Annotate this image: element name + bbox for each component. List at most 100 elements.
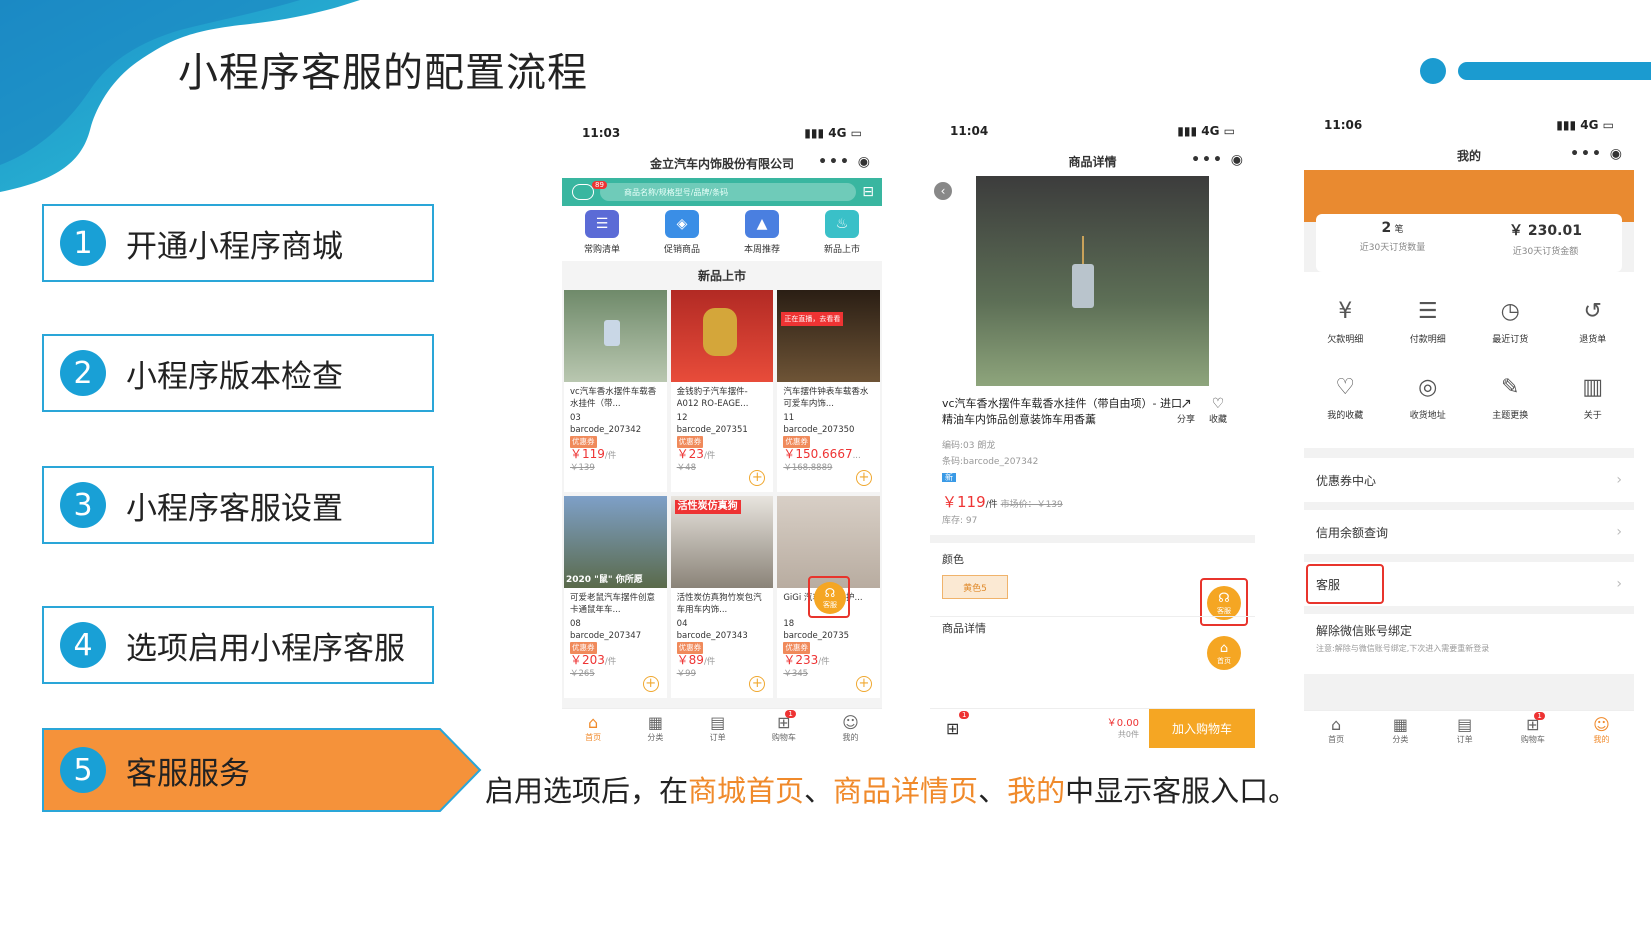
slide: 小程序客服的配置流程 1 开通小程序商城 2 小程序版本检查 3 小程序客服设置… xyxy=(0,0,1651,932)
highlight-detail: 商品详情页 xyxy=(833,774,979,808)
product-info: vc汽车香水摆件车载香水挂件（带自由项）- 进口精油车内饰品创意装饰车用香薰 ↗… xyxy=(942,396,1227,426)
scan-icon[interactable]: ⊟ xyxy=(862,184,874,200)
tab-cart[interactable]: ⊞ 购物车 1 xyxy=(1521,712,1545,745)
product-card[interactable]: 金钱豹子汽车摆件-A012 RO-EAGE... 12 barcode_2073… xyxy=(670,290,774,492)
fire-icon: ♨ xyxy=(824,210,859,238)
capsule-menu-icon[interactable]: ••• ◉ xyxy=(1570,146,1624,162)
share-button[interactable]: ↗ 分享 xyxy=(1177,396,1195,425)
grid-item[interactable]: ◎ 收货地址 xyxy=(1387,360,1470,436)
tab-orders[interactable]: ▤ 订单 xyxy=(1457,716,1473,745)
stat-amount: ￥ 230.01 近30天订货金额 xyxy=(1509,223,1582,257)
nav-title: 我的 xyxy=(1456,148,1481,163)
step-number: 3 xyxy=(60,482,106,528)
brush-icon: ✎ xyxy=(1501,375,1520,400)
add-cart-icon[interactable]: + xyxy=(749,470,766,486)
grid-item[interactable]: ✎ 主题更换 xyxy=(1469,360,1552,436)
step-number: 2 xyxy=(60,350,106,396)
home-float-button[interactable]: ⌂ 首页 xyxy=(1207,636,1241,670)
add-cart-icon[interactable]: + xyxy=(855,470,872,486)
decor-dot xyxy=(1420,58,1446,84)
quick-icon-promo[interactable]: ◈ 促销商品 xyxy=(664,210,700,255)
grid-item[interactable]: ↺ 退货单 xyxy=(1552,284,1635,360)
phone-product-detail: 11:04 ▮▮▮ 4G ▭ 商品详情 ••• ◉ ‹ vc汽车香水摆件车载香水… xyxy=(930,116,1255,748)
step-number: 5 xyxy=(60,747,106,793)
signal-battery-icon: ▮▮▮ 4G ▭ xyxy=(1556,118,1614,132)
page-title: 小程序客服的配置流程 xyxy=(178,50,588,96)
tab-category[interactable]: ▦ 分类 xyxy=(647,714,663,743)
color-option[interactable]: 黄色5 xyxy=(942,575,1008,599)
shop-name: 金立汽车内饰股份有限公司 xyxy=(649,156,794,171)
message-icon[interactable] xyxy=(572,184,594,200)
signal-battery-icon: ▮▮▮ 4G ▭ xyxy=(804,126,862,140)
product-card[interactable]: 活性炭仿真狗 活性炭仿真狗竹炭包汽车用车内饰... 04 barcode_207… xyxy=(670,496,774,698)
add-to-cart-button[interactable]: 加入购物车 xyxy=(1149,708,1255,748)
grid-item[interactable]: ☰ 付款明细 xyxy=(1387,284,1470,360)
grid-icon: ▦ xyxy=(647,713,663,732)
row-coupon[interactable]: 优惠券中心 › xyxy=(1304,458,1634,502)
section-title: 新品上市 xyxy=(562,261,882,290)
highlight-box xyxy=(1306,564,1384,604)
capsule-menu-icon[interactable]: ••• ◉ xyxy=(1191,152,1245,168)
book-icon: ▥ xyxy=(1582,375,1604,400)
grid-item[interactable]: ▥ 关于 xyxy=(1552,360,1635,436)
live-badge: 正在直播，去看看 xyxy=(781,312,844,326)
tab-orders[interactable]: ▤ 订单 xyxy=(710,714,726,743)
product-image: 正在直播，去看看 xyxy=(777,290,880,382)
order-icon: ▤ xyxy=(1457,715,1473,734)
fav-button[interactable]: ♡ 收藏 xyxy=(1209,396,1227,425)
product-card[interactable]: vc汽车香水摆件车载香水挂件（带... 03 barcode_207342 优惠… xyxy=(564,290,667,492)
grid-item[interactable]: ♡ 我的收藏 xyxy=(1304,360,1387,436)
status-bar: 11:03 ▮▮▮ 4G ▭ xyxy=(562,118,882,148)
product-image: 2020 "鼠" 你所愿 xyxy=(564,496,667,588)
nav-bar: 金立汽车内饰股份有限公司 ••• ◉ xyxy=(562,148,882,178)
stats-card: 2 笔 近30天订货数量 ￥ 230.01 近30天订货金额 xyxy=(1316,214,1622,272)
home-icon: ⌂ xyxy=(1219,640,1229,656)
wave-decoration xyxy=(0,0,360,192)
tag-icon: ◈ xyxy=(664,210,699,238)
product-card[interactable]: 2020 "鼠" 你所愿 可爱老鼠汽车摆件创意卡通鼠年车... 08 barco… xyxy=(564,496,667,698)
step-5-description: 启用选项后，在商城首页、商品详情页、我的中显示客服入口。 xyxy=(485,774,1298,808)
product-card[interactable]: 正在直播，去看看 汽车摆件钟表车载香水可爱车内饰... 11 barcode_2… xyxy=(777,290,880,492)
grid-item[interactable]: ◷ 最近订货 xyxy=(1469,284,1552,360)
return-doc-icon: ↺ xyxy=(1583,299,1602,324)
tab-mine[interactable]: ☺ 我的 xyxy=(842,714,859,743)
tab-category[interactable]: ▦ 分类 xyxy=(1392,716,1408,745)
location-icon: ◎ xyxy=(1418,375,1438,400)
add-cart-icon[interactable]: + xyxy=(642,676,659,692)
back-icon[interactable]: ‹ xyxy=(934,182,952,200)
search-input[interactable]: 商品名称/规格型号/品牌/条码 xyxy=(600,183,857,201)
cart-badge: 1 xyxy=(1534,712,1545,720)
phone-shop-home: 11:03 ▮▮▮ 4G ▭ 金立汽车内饰股份有限公司 ••• ◉ 89 商品名… xyxy=(562,118,882,748)
heart-icon: ♡ xyxy=(1335,375,1356,400)
tab-mine[interactable]: ☺ 我的 xyxy=(1593,716,1610,745)
row-credit[interactable]: 信用余额查询 › xyxy=(1304,510,1634,554)
status-bar: 11:04 ▮▮▮ 4G ▭ xyxy=(930,116,1255,146)
quick-icon-new[interactable]: ♨ 新品上市 xyxy=(824,210,860,255)
tab-home[interactable]: ⌂ 首页 xyxy=(585,714,601,743)
cart-icon[interactable]: ⊞ 1 xyxy=(946,711,970,738)
add-cart-icon[interactable]: + xyxy=(749,676,766,692)
grid-item[interactable]: ¥ 欠款明细 xyxy=(1304,284,1387,360)
step-4: 4 选项启用小程序客服 xyxy=(42,606,434,684)
stat-orders: 2 笔 近30天订货数量 xyxy=(1359,220,1426,253)
row-unbind[interactable]: 解除微信账号绑定 注意:解除与微信账号绑定,下次进入需要重新登录 xyxy=(1304,614,1634,674)
tab-bar: ⌂ 首页 ▦ 分类 ▤ 订单 ⊞ 购物车 1 ☺ 我的 xyxy=(562,708,882,748)
capsule-menu-icon[interactable]: ••• ◉ xyxy=(818,154,872,170)
step-label: 小程序版本检查 xyxy=(126,358,343,395)
list-doc-icon: ☰ xyxy=(1417,299,1438,324)
quick-icon-weekly[interactable]: ▲ 本周推荐 xyxy=(744,210,780,255)
row-customer-service[interactable]: 客服 › xyxy=(1304,562,1634,606)
thumb-up-icon: ▲ xyxy=(744,210,779,238)
highlight-home: 商城首页 xyxy=(688,774,805,808)
chevron-right-icon: › xyxy=(1616,576,1622,592)
tab-home[interactable]: ⌂ 首页 xyxy=(1328,716,1344,745)
add-cart-icon[interactable]: + xyxy=(855,676,872,692)
chevron-right-icon: › xyxy=(1616,524,1622,540)
tab-cart[interactable]: ⊞ 购物车 1 xyxy=(772,710,796,743)
step-label: 客服服务 xyxy=(126,755,250,792)
quick-icons: ☰ 常购清单 ◈ 促销商品 ▲ 本周推荐 ♨ 新品上市 xyxy=(562,206,882,261)
step-number: 1 xyxy=(60,220,106,266)
product-image xyxy=(777,496,880,588)
quick-icon-common[interactable]: ☰ 常购清单 xyxy=(584,210,620,255)
step-label: 选项启用小程序客服 xyxy=(126,630,405,667)
